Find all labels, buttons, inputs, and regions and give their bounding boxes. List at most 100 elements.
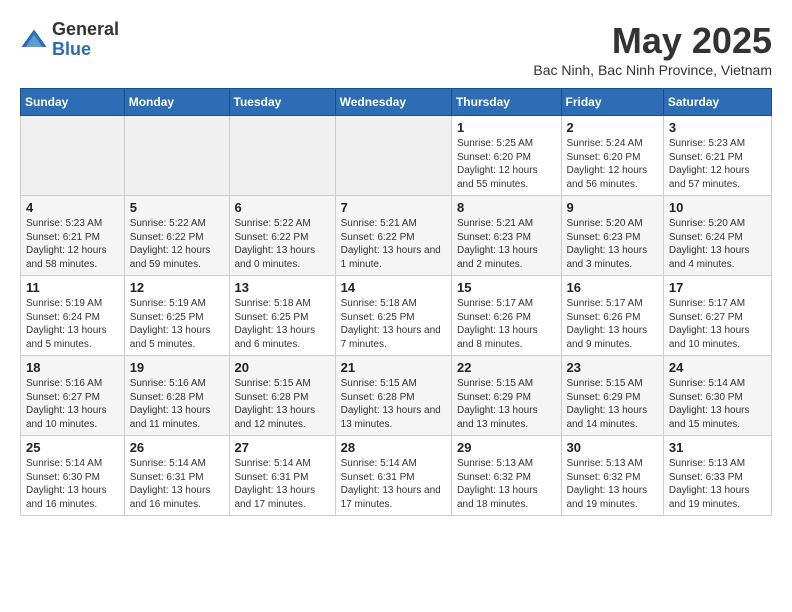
cell-content: Sunrise: 5:19 AMSunset: 6:24 PMDaylight:…: [26, 297, 119, 351]
logo: General Blue: [20, 20, 119, 60]
day-number: 4: [26, 200, 119, 215]
calendar-cell: [229, 116, 335, 196]
header-friday: Friday: [561, 89, 663, 116]
calendar-cell: 8Sunrise: 5:21 AMSunset: 6:23 PMDaylight…: [451, 196, 561, 276]
header-thursday: Thursday: [451, 89, 561, 116]
calendar-table: SundayMondayTuesdayWednesdayThursdayFrid…: [20, 88, 772, 516]
calendar-cell: 22 Sunrise: 5:15 AMSunset: 6:29 PMDayligh…: [451, 356, 561, 436]
cell-content: Sunrise: 5:17 AMSunset: 6:27 PMDaylight:…: [669, 297, 766, 351]
header-wednesday: Wednesday: [335, 89, 451, 116]
calendar-cell: 7Sunrise: 5:21 AMSunset: 6:22 PMDaylight…: [335, 196, 451, 276]
logo-line2: Blue: [52, 40, 119, 60]
calendar-cell: 30Sunrise: 5:13 AMSunset: 6:32 PMDayligh…: [561, 436, 663, 516]
calendar-cell: 4 Sunrise: 5:23 AMSunset: 6:21 PMDaylight…: [21, 196, 125, 276]
calendar-cell: 20 Sunrise: 5:15 AMSunset: 6:28 PMDayligh…: [229, 356, 335, 436]
cell-content: Sunrise: 5:15 AMSunset: 6:28 PMDaylight:…: [341, 377, 446, 431]
day-number: 22: [457, 360, 556, 375]
calendar-cell: 3 Sunrise: 5:23 AMSunset: 6:21 PMDaylight…: [663, 116, 771, 196]
day-number: 10: [669, 200, 766, 215]
cell-content: Sunrise: 5:20 AMSunset: 6:23 PMDaylight:…: [567, 217, 658, 271]
calendar-week-4: 18Sunrise: 5:16 AMSunset: 6:27 PMDayligh…: [21, 356, 772, 436]
cell-content: Sunrise: 5:13 AMSunset: 6:32 PMDaylight:…: [457, 457, 556, 511]
day-number: 30: [567, 440, 658, 455]
calendar-cell: 15Sunrise: 5:17 AMSunset: 6:26 PMDayligh…: [451, 276, 561, 356]
calendar-cell: [335, 116, 451, 196]
logo-icon: [20, 26, 48, 54]
calendar-cell: 27 Sunrise: 5:14 AMSunset: 6:31 PMDayligh…: [229, 436, 335, 516]
calendar-cell: 9 Sunrise: 5:20 AMSunset: 6:23 PMDaylight…: [561, 196, 663, 276]
calendar-cell: 2 Sunrise: 5:24 AMSunset: 6:20 PMDaylight…: [561, 116, 663, 196]
calendar-cell: 16 Sunrise: 5:17 AMSunset: 6:26 PMDayligh…: [561, 276, 663, 356]
cell-content: Sunrise: 5:20 AMSunset: 6:24 PMDaylight:…: [669, 217, 766, 271]
header-monday: Monday: [124, 89, 229, 116]
calendar-week-5: 25Sunrise: 5:14 AMSunset: 6:30 PMDayligh…: [21, 436, 772, 516]
page-header: General Blue May 2025 Bac Ninh, Bac Ninh…: [20, 20, 772, 78]
cell-content: Sunrise: 5:18 AMSunset: 6:25 PMDaylight:…: [341, 297, 446, 351]
calendar-cell: 14 Sunrise: 5:18 AMSunset: 6:25 PMDayligh…: [335, 276, 451, 356]
cell-content: Sunrise: 5:15 AMSunset: 6:29 PMDaylight:…: [457, 377, 556, 431]
cell-content: Sunrise: 5:17 AMSunset: 6:26 PMDaylight:…: [567, 297, 658, 351]
day-number: 1: [457, 120, 556, 135]
cell-content: Sunrise: 5:13 AMSunset: 6:33 PMDaylight:…: [669, 457, 766, 511]
day-number: 16: [567, 280, 658, 295]
cell-content: Sunrise: 5:16 AMSunset: 6:28 PMDaylight:…: [130, 377, 224, 431]
calendar-header-row: SundayMondayTuesdayWednesdayThursdayFrid…: [21, 89, 772, 116]
calendar-cell: 21 Sunrise: 5:15 AMSunset: 6:28 PMDayligh…: [335, 356, 451, 436]
cell-content: Sunrise: 5:22 AMSunset: 6:22 PMDaylight:…: [235, 217, 330, 271]
calendar-cell: 18Sunrise: 5:16 AMSunset: 6:27 PMDayligh…: [21, 356, 125, 436]
day-number: 19: [130, 360, 224, 375]
day-number: 2: [567, 120, 658, 135]
day-number: 31: [669, 440, 766, 455]
day-number: 9: [567, 200, 658, 215]
calendar-week-1: 1 Sunrise: 5:25 AMSunset: 6:20 PMDaylight…: [21, 116, 772, 196]
cell-content: Sunrise: 5:22 AMSunset: 6:22 PMDaylight:…: [130, 217, 224, 271]
day-number: 20: [235, 360, 330, 375]
header-sunday: Sunday: [21, 89, 125, 116]
title-block: May 2025 Bac Ninh, Bac Ninh Province, Vi…: [533, 20, 772, 78]
day-number: 5: [130, 200, 224, 215]
cell-content: Sunrise: 5:17 AMSunset: 6:26 PMDaylight:…: [457, 297, 556, 351]
calendar-cell: 10 Sunrise: 5:20 AMSunset: 6:24 PMDayligh…: [663, 196, 771, 276]
cell-content: Sunrise: 5:25 AMSunset: 6:20 PMDaylight:…: [457, 137, 556, 191]
day-number: 24: [669, 360, 766, 375]
calendar-cell: 11 Sunrise: 5:19 AMSunset: 6:24 PMDayligh…: [21, 276, 125, 356]
day-number: 3: [669, 120, 766, 135]
calendar-cell: 26Sunrise: 5:14 AMSunset: 6:31 PMDayligh…: [124, 436, 229, 516]
calendar-week-2: 4 Sunrise: 5:23 AMSunset: 6:21 PMDaylight…: [21, 196, 772, 276]
header-tuesday: Tuesday: [229, 89, 335, 116]
day-number: 13: [235, 280, 330, 295]
cell-content: Sunrise: 5:15 AMSunset: 6:28 PMDaylight:…: [235, 377, 330, 431]
cell-content: Sunrise: 5:14 AMSunset: 6:30 PMDaylight:…: [26, 457, 119, 511]
cell-content: Sunrise: 5:15 AMSunset: 6:29 PMDaylight:…: [567, 377, 658, 431]
cell-content: Sunrise: 5:23 AMSunset: 6:21 PMDaylight:…: [669, 137, 766, 191]
calendar-cell: 31 Sunrise: 5:13 AMSunset: 6:33 PMDayligh…: [663, 436, 771, 516]
cell-content: Sunrise: 5:21 AMSunset: 6:22 PMDaylight:…: [341, 217, 446, 271]
cell-content: Sunrise: 5:14 AMSunset: 6:31 PMDaylight:…: [130, 457, 224, 511]
calendar-subtitle: Bac Ninh, Bac Ninh Province, Vietnam: [533, 62, 772, 78]
calendar-cell: 24Sunrise: 5:14 AMSunset: 6:30 PMDayligh…: [663, 356, 771, 436]
calendar-week-3: 11 Sunrise: 5:19 AMSunset: 6:24 PMDayligh…: [21, 276, 772, 356]
calendar-title: May 2025: [533, 20, 772, 62]
day-number: 11: [26, 280, 119, 295]
calendar-cell: 5 Sunrise: 5:22 AMSunset: 6:22 PMDaylight…: [124, 196, 229, 276]
day-number: 23: [567, 360, 658, 375]
calendar-cell: 12Sunrise: 5:19 AMSunset: 6:25 PMDayligh…: [124, 276, 229, 356]
day-number: 6: [235, 200, 330, 215]
day-number: 21: [341, 360, 446, 375]
calendar-cell: 13Sunrise: 5:18 AMSunset: 6:25 PMDayligh…: [229, 276, 335, 356]
logo-line1: General: [52, 20, 119, 40]
calendar-cell: 23 Sunrise: 5:15 AMSunset: 6:29 PMDayligh…: [561, 356, 663, 436]
day-number: 27: [235, 440, 330, 455]
header-saturday: Saturday: [663, 89, 771, 116]
cell-content: Sunrise: 5:14 AMSunset: 6:31 PMDaylight:…: [235, 457, 330, 511]
cell-content: Sunrise: 5:24 AMSunset: 6:20 PMDaylight:…: [567, 137, 658, 191]
cell-content: Sunrise: 5:23 AMSunset: 6:21 PMDaylight:…: [26, 217, 119, 271]
day-number: 28: [341, 440, 446, 455]
calendar-cell: 19 Sunrise: 5:16 AMSunset: 6:28 PMDayligh…: [124, 356, 229, 436]
day-number: 18: [26, 360, 119, 375]
day-number: 14: [341, 280, 446, 295]
calendar-cell: 1 Sunrise: 5:25 AMSunset: 6:20 PMDaylight…: [451, 116, 561, 196]
calendar-cell: 6 Sunrise: 5:22 AMSunset: 6:22 PMDaylight…: [229, 196, 335, 276]
day-number: 8: [457, 200, 556, 215]
day-number: 12: [130, 280, 224, 295]
